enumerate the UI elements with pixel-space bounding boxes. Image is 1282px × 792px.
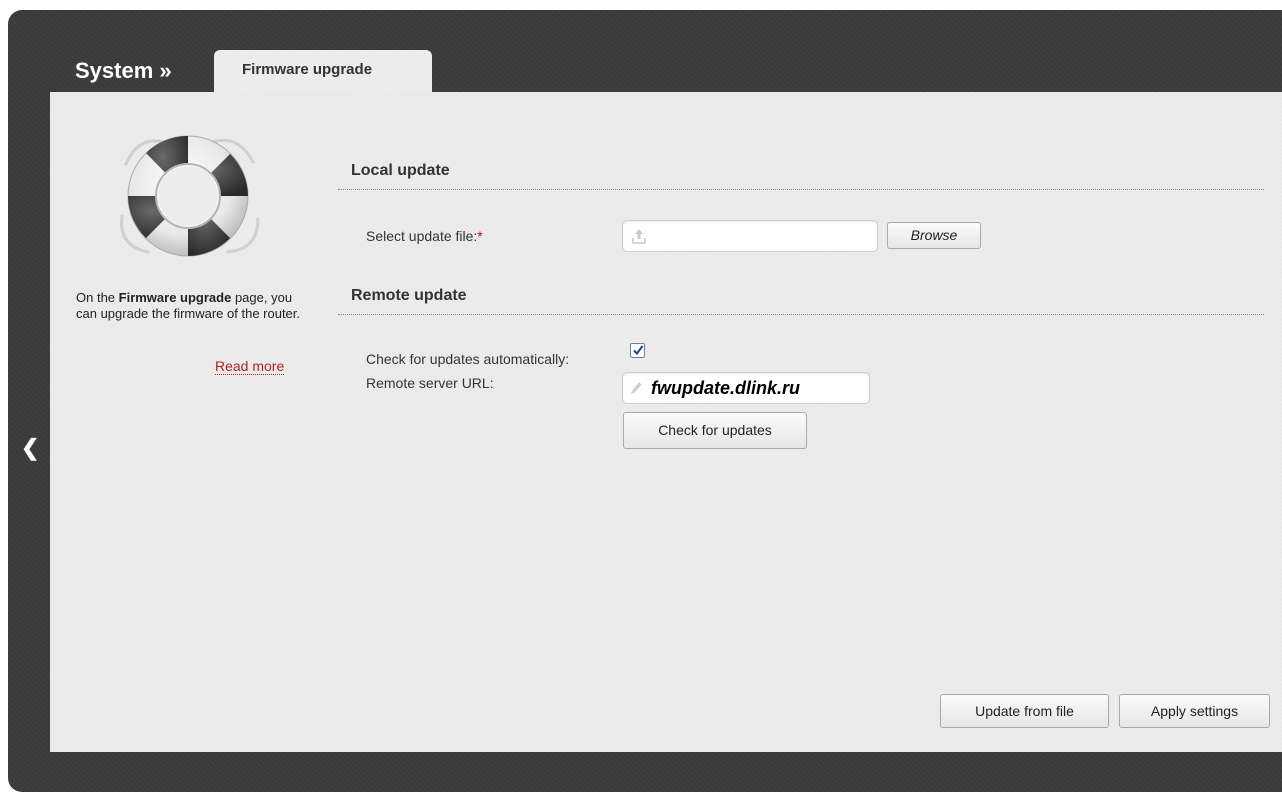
browse-button[interactable]: Browse	[887, 222, 981, 249]
update-file-input[interactable]	[622, 220, 878, 252]
page-description: On the Firmware upgrade page, you can up…	[76, 290, 301, 321]
upload-icon	[632, 229, 646, 244]
required-mark: *	[477, 228, 483, 244]
remote-update-title: Remote update	[351, 287, 467, 304]
select-update-file-label: Select update file:*	[366, 228, 483, 244]
remote-server-url-value: fwupdate.dlink.ru	[651, 378, 801, 398]
read-more-link[interactable]: Read more	[215, 358, 285, 375]
page-name: Firmware upgrade	[118, 290, 232, 305]
remote-server-url-label: Remote server URL:	[366, 375, 494, 391]
lifebuoy-icon	[120, 135, 260, 257]
pencil-icon	[631, 382, 642, 394]
breadcrumb-section[interactable]: System »	[75, 58, 172, 84]
check-for-updates-button[interactable]: Check for updates	[623, 412, 807, 449]
auto-check-checkbox[interactable]	[630, 343, 645, 358]
tab-firmware-upgrade[interactable]: Firmware upgrade	[214, 50, 432, 93]
back-chevron-icon[interactable]: ❮	[21, 436, 41, 460]
apply-settings-button[interactable]: Apply settings	[1119, 694, 1270, 728]
auto-check-label: Check for updates automatically:	[366, 351, 570, 367]
checkmark-icon	[633, 345, 644, 356]
divider	[338, 314, 1264, 315]
remote-server-url-input[interactable]: fwupdate.dlink.ru	[622, 372, 870, 404]
local-update-title: Local update	[351, 162, 450, 179]
divider	[338, 189, 1264, 190]
update-from-file-button[interactable]: Update from file	[940, 694, 1109, 728]
